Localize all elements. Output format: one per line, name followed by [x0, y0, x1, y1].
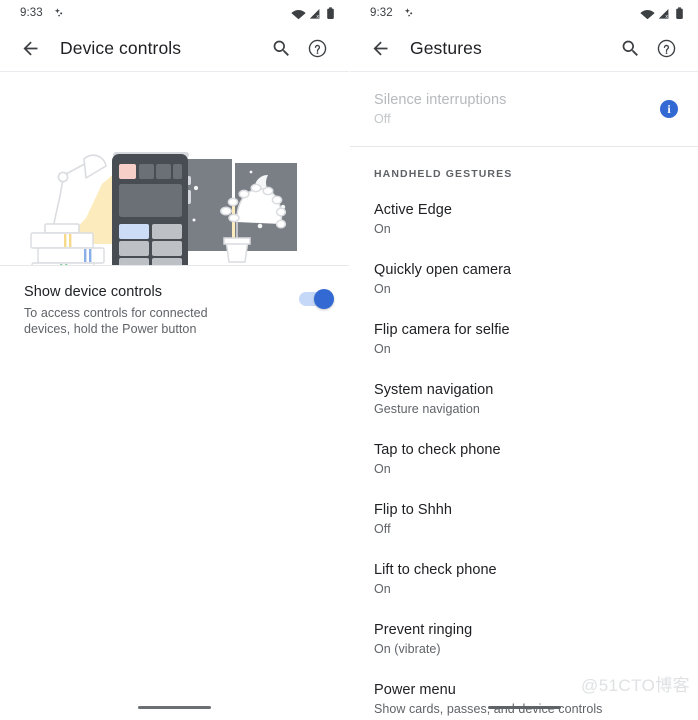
list-item-text: Flip camera for selfie On: [374, 320, 682, 358]
list-item-title: Lift to check phone: [374, 562, 497, 578]
dual-screenshot-container: 9:33 x Device controls Show device contr…: [0, 0, 698, 720]
help-circle-icon[interactable]: [648, 31, 684, 67]
list-item-title: Active Edge: [374, 202, 452, 218]
page-title: Device controls: [60, 38, 182, 58]
show-device-controls-row[interactable]: Show device controls To access controls …: [0, 266, 349, 354]
list-item-text: Prevent ringing On (vibrate): [374, 620, 682, 658]
show-device-controls-toggle[interactable]: [299, 289, 334, 309]
setting-title: Show device controls: [24, 284, 163, 300]
page-title: Gestures: [410, 38, 482, 58]
list-item-summary: On (vibrate): [374, 642, 441, 656]
list-item-title: Flip to Shhh: [374, 502, 452, 518]
status-clock: 9:33: [20, 7, 43, 19]
toggle-knob: [314, 289, 334, 309]
list-item-text: Lift to check phone On: [374, 560, 682, 598]
device-controls-illustration: [0, 72, 349, 265]
section-header-handheld-gestures: HANDHELD GESTURES: [374, 168, 513, 180]
list-item[interactable]: Active Edge On: [350, 189, 698, 249]
list-item-title: Tap to check phone: [374, 442, 501, 458]
home-gesture-pill[interactable]: [138, 705, 211, 709]
list-item-text: Flip to Shhh Off: [374, 500, 682, 538]
cellular-off-icon: x: [658, 8, 669, 20]
list-item-summary: Off: [374, 522, 391, 536]
list-item[interactable]: Quickly open camera On: [350, 249, 698, 309]
gestures-list: Active Edge On Quickly open camera On Fl…: [350, 189, 698, 720]
list-item-summary: On: [374, 282, 391, 296]
status-clock: 9:32: [370, 7, 393, 19]
list-item[interactable]: System navigation Gesture navigation: [350, 369, 698, 429]
search-icon[interactable]: [263, 31, 299, 67]
list-item-summary: Gesture navigation: [374, 402, 480, 416]
list-item[interactable]: Tap to check phone On: [350, 429, 698, 489]
help-circle-icon[interactable]: [299, 31, 335, 67]
right-app-bar: Gestures: [350, 26, 698, 71]
list-item-summary: On: [374, 462, 391, 476]
watermark: @51CTO博客: [581, 676, 690, 695]
right-phone-screen: 9:32 x Gestures Silence interruptions Of…: [349, 0, 698, 720]
left-app-bar: Device controls: [0, 26, 349, 71]
list-item-text: Tap to check phone On: [374, 440, 682, 478]
wifi-icon: [640, 9, 655, 19]
search-icon[interactable]: [612, 31, 648, 67]
right-nav-bar: [350, 694, 698, 720]
info-icon[interactable]: i: [660, 100, 678, 118]
battery-icon: [327, 6, 334, 19]
left-nav-bar: [0, 694, 349, 720]
wifi-icon: [291, 9, 306, 19]
list-item[interactable]: Flip to Shhh Off: [350, 489, 698, 549]
list-item-title: Silence interruptions: [374, 92, 507, 108]
list-item-summary: Off: [374, 112, 391, 126]
list-item-title: Prevent ringing: [374, 622, 473, 638]
sparkle-icon: [403, 6, 417, 20]
status-icons: x: [291, 6, 335, 20]
list-item-text: Quickly open camera On: [374, 260, 682, 298]
list-item-title: Quickly open camera: [374, 262, 512, 278]
pre-divider-spacer: [350, 139, 698, 146]
back-icon[interactable]: [362, 31, 398, 67]
svg-text:x: x: [665, 14, 668, 20]
right-status-bar: 9:32 x: [350, 0, 698, 26]
setting-summary: To access controls for connected devices…: [24, 306, 208, 336]
list-item-summary: On: [374, 222, 391, 236]
info-icon-glyph: i: [667, 102, 671, 116]
home-gesture-pill[interactable]: [488, 705, 561, 709]
left-phone-screen: 9:33 x Device controls Show device contr…: [0, 0, 349, 720]
list-item[interactable]: Flip camera for selfie On: [350, 309, 698, 369]
top-spacer: [350, 72, 698, 79]
list-item-silence-interruptions: Silence interruptions Off i: [350, 79, 698, 139]
sparkle-icon: [53, 6, 67, 20]
back-icon[interactable]: [12, 31, 48, 67]
list-item-summary: On: [374, 342, 391, 356]
list-item[interactable]: Lift to check phone On: [350, 549, 698, 609]
battery-icon: [676, 6, 683, 19]
list-item-title: System navigation: [374, 382, 494, 398]
list-item-text: Active Edge On: [374, 200, 682, 238]
svg-text:x: x: [316, 14, 319, 20]
list-item-text: System navigation Gesture navigation: [374, 380, 682, 418]
list-item-text: Silence interruptions Off: [374, 90, 660, 128]
cellular-off-icon: x: [309, 8, 320, 20]
left-status-bar: 9:33 x: [0, 0, 349, 26]
list-item[interactable]: Prevent ringing On (vibrate): [350, 609, 698, 669]
list-item-title: Flip camera for selfie: [374, 322, 510, 338]
setting-text: Show device controls To access controls …: [24, 283, 299, 337]
list-item-summary: On: [374, 582, 391, 596]
status-icons: x: [640, 6, 684, 20]
